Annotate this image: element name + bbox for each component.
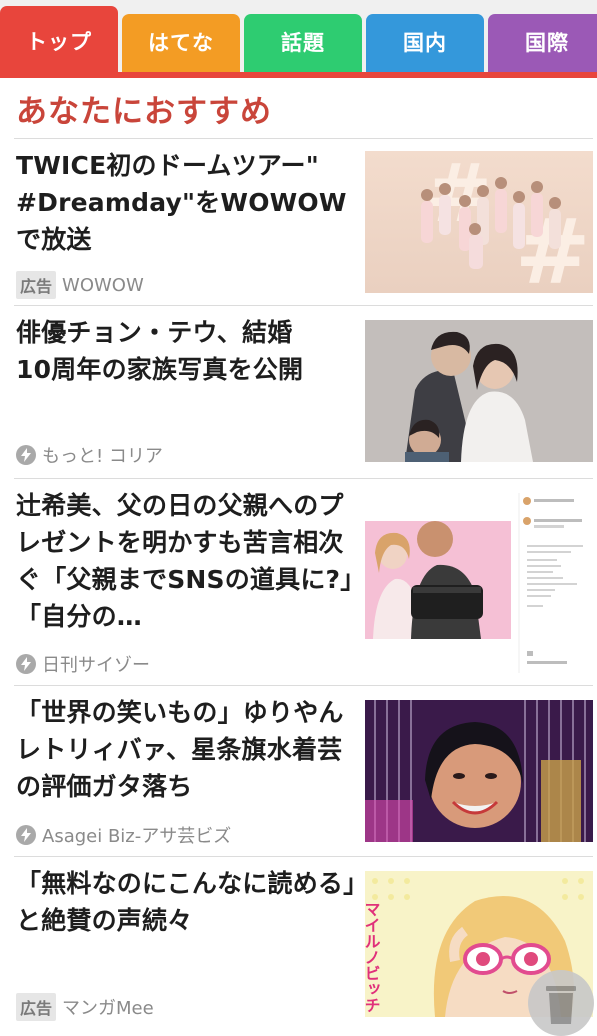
article-card[interactable]: 辻希美、父の日の父親へのプレゼントを明かすも苦言相次ぐ「父親までSNSの道具に?… (14, 478, 593, 686)
tab-hatena[interactable]: はてな (122, 14, 240, 72)
instagram-screenshot-image (365, 493, 593, 673)
lightning-icon (16, 825, 36, 845)
tab-international[interactable]: 国際 (488, 14, 597, 72)
manga-title: マイルノビッチ (365, 901, 381, 1013)
source-name: Asagei Biz-アサ芸ビズ (42, 826, 232, 847)
ad-badge: 広告 (16, 271, 57, 299)
article-source: もっと! コリア (16, 442, 163, 468)
article-source: 広告 マンガMee (16, 993, 154, 1021)
article-card[interactable]: 「世界の笑いもの」ゆりやんレトリィバァ、星条旗水着芸の評価ガタ落ち Asagei… (14, 685, 593, 857)
article-headline[interactable]: 「世界の笑いもの」ゆりやんレトリィバァ、星条旗水着芸の評価ガタ落ち (16, 694, 356, 805)
article-headline[interactable]: TWICE初のドームツアー" #Dreamday"をWOWOWで放送 (16, 147, 356, 258)
trash-icon (546, 986, 576, 1024)
source-name: WOWOW (62, 274, 144, 296)
article-card[interactable]: 俳優チョン・テウ、結婚10周年の家族写真を公開 もっと! コリア (14, 305, 593, 479)
article-thumbnail[interactable] (365, 700, 593, 842)
article-source: Asagei Biz-アサ芸ビズ (16, 822, 231, 848)
article-headline[interactable]: 辻希美、父の日の父親へのプレゼントを明かすも苦言相次ぐ「父親までSNSの道具に?… (16, 487, 356, 635)
article-card[interactable]: TWICE初のドームツアー" #Dreamday"をWOWOWで放送 広告 WO… (14, 138, 593, 306)
lightning-icon (16, 654, 36, 674)
stage-photo-image (365, 700, 593, 842)
article-source: 広告 WOWOW (16, 271, 144, 299)
source-name: マンガMee (62, 998, 154, 1019)
category-tab-bar: はてな 話題 国内 国際 トップ (0, 0, 597, 78)
trash-button[interactable] (528, 970, 594, 1036)
article-headline[interactable]: 「無料なのにこんなに読める」と絶賛の声続々 (16, 865, 356, 939)
article-thumbnail[interactable] (365, 493, 593, 673)
family-photo-image (365, 320, 593, 462)
source-name: 日刊サイゾー (42, 655, 150, 676)
section-title: あなたにおすすめ (16, 94, 272, 130)
group-photo-image: # #2 (365, 151, 593, 293)
tab-domestic[interactable]: 国内 (366, 14, 484, 72)
ad-badge: 広告 (16, 993, 57, 1021)
article-thumbnail[interactable] (365, 320, 593, 462)
source-name: もっと! コリア (42, 446, 163, 467)
lightning-icon (16, 445, 36, 465)
tab-top[interactable]: トップ (0, 6, 118, 78)
article-card[interactable]: 「無料なのにこんなに読める」と絶賛の声続々 広告 マンガMee マイルノビッチ (14, 856, 593, 1025)
article-source: 日刊サイゾー (16, 651, 150, 677)
article-thumbnail[interactable]: # #2 (365, 151, 593, 293)
tab-topic[interactable]: 話題 (244, 14, 362, 72)
article-headline[interactable]: 俳優チョン・テウ、結婚10周年の家族写真を公開 (16, 314, 326, 388)
